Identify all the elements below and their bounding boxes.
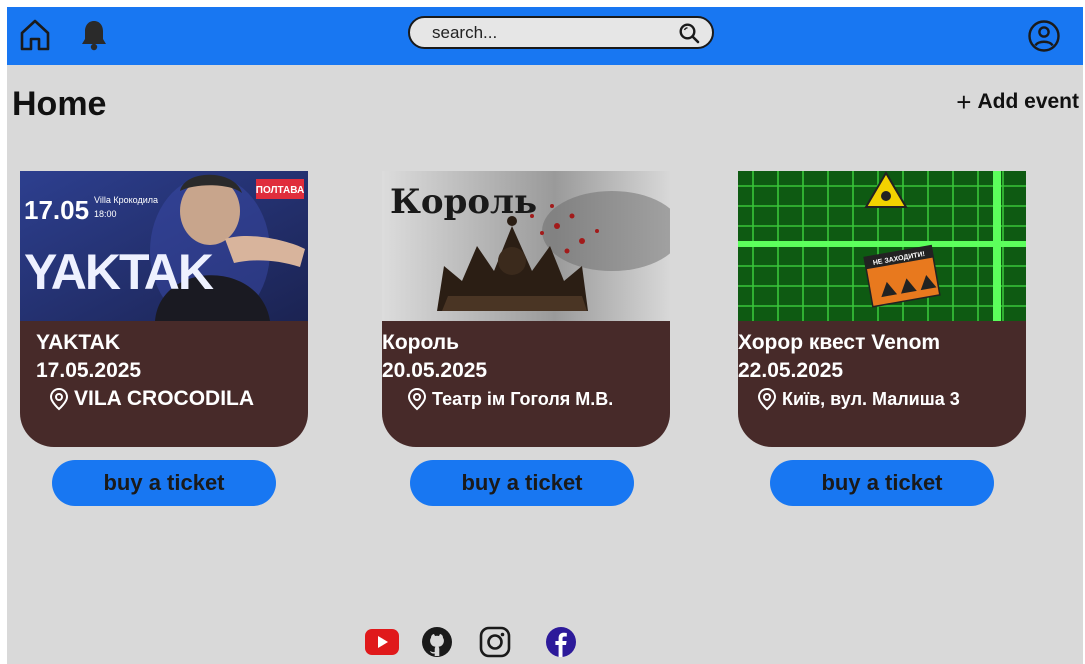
add-event-label: Add event (977, 90, 1079, 113)
event-date: 22.05.2025 (738, 359, 844, 382)
app-frame: Home + Add event ПОЛТАВА 17.05 Villa Кро… (7, 7, 1083, 664)
search-bar (408, 16, 714, 49)
poster-venue: Villa Крокодила (94, 195, 158, 205)
location-pin-icon (757, 387, 777, 411)
poster-date: 17.05 (24, 195, 89, 225)
event-location: Київ, вул. Малиша 3 (738, 387, 1026, 411)
facebook-icon[interactable] (545, 626, 577, 658)
event-location: VILA CROCODILA (36, 387, 308, 411)
bell-icon[interactable] (75, 15, 113, 55)
event-card: Король Король 20.05.2025 Театр ім Гоголя… (382, 171, 670, 447)
search-icon[interactable] (678, 22, 700, 44)
add-event-button[interactable]: + Add event (956, 89, 1079, 115)
event-name: Король (382, 331, 460, 354)
event-card: ПОЛТАВА 17.05 Villa Крокодила 18:00 YAKT… (20, 171, 308, 447)
search-input[interactable] (430, 18, 664, 47)
event-info: Король 20.05.2025 Театр ім Гоголя М.В. (382, 329, 670, 411)
event-location-text: VILA CROCODILA (74, 387, 255, 410)
event-name: Хорор квест Venom (738, 331, 941, 354)
instagram-icon[interactable] (479, 626, 511, 658)
poster-artist: YAKTAK (24, 244, 214, 300)
poster-city-badge: ПОЛТАВА (256, 185, 304, 196)
location-pin-icon (49, 387, 69, 411)
location-pin-icon (407, 387, 427, 411)
event-poster-image[interactable]: ПОЛТАВА 17.05 Villa Крокодила 18:00 YAKT… (20, 171, 308, 321)
event-name: YAKTAK (36, 331, 121, 354)
event-info: Хорор квест Venom 22.05.2025 Київ, вул. … (738, 329, 1026, 411)
home-icon[interactable] (15, 15, 55, 55)
event-date: 20.05.2025 (382, 359, 488, 382)
event-info: YAKTAK 17.05.2025 VILA CROCODILA (20, 329, 308, 411)
poster-title: Король (390, 182, 537, 222)
event-poster-image[interactable]: Король (382, 171, 670, 321)
event-card: НЕ ЗАХОДИТИ! Хорор квест Venom 22.05.202… (738, 171, 1026, 447)
event-date: 17.05.2025 (36, 359, 142, 382)
poster-time: 18:00 (94, 209, 117, 219)
top-navbar (7, 7, 1083, 65)
buy-ticket-button[interactable]: buy a ticket (770, 460, 994, 506)
event-poster-image[interactable]: НЕ ЗАХОДИТИ! (738, 171, 1026, 321)
profile-icon[interactable] (1023, 15, 1065, 57)
event-location-text: Театр ім Гоголя М.В. (432, 388, 614, 409)
github-icon[interactable] (421, 626, 453, 658)
event-location-text: Київ, вул. Малиша 3 (782, 388, 960, 409)
plus-icon: + (956, 87, 972, 117)
page-title: Home (12, 85, 107, 123)
buy-ticket-button[interactable]: buy a ticket (410, 460, 634, 506)
event-location: Театр ім Гоголя М.В. (382, 387, 670, 411)
buy-ticket-button[interactable]: buy a ticket (52, 460, 276, 506)
youtube-icon[interactable] (365, 626, 399, 658)
